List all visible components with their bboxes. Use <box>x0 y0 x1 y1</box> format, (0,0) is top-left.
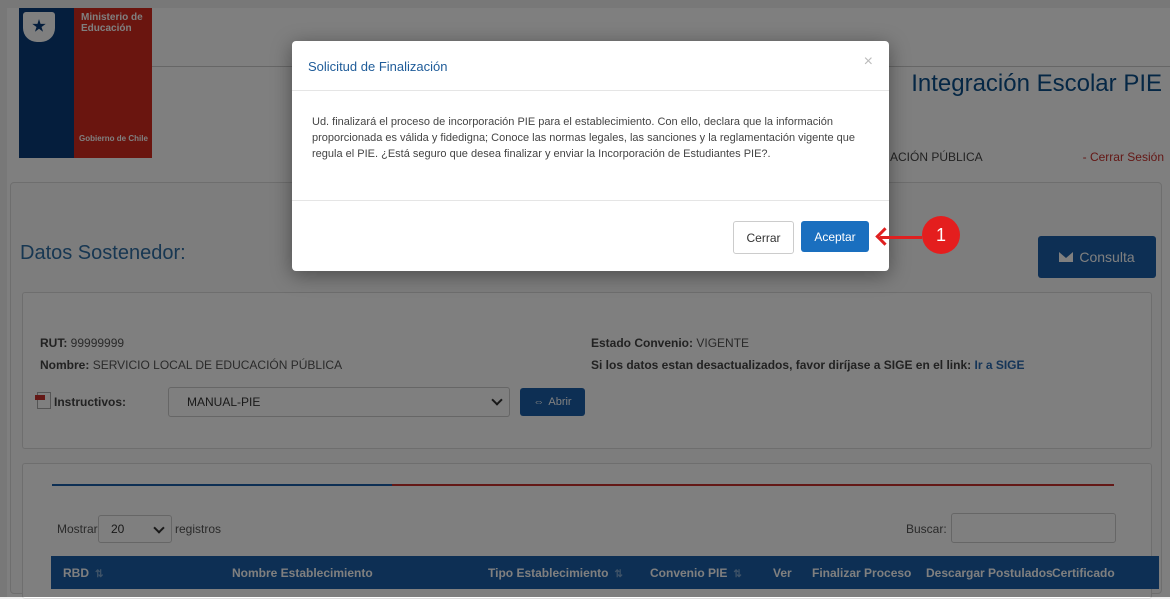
dialog-footer-divider <box>292 200 889 201</box>
cerrar-button[interactable]: Cerrar <box>733 221 794 254</box>
aceptar-button[interactable]: Aceptar <box>801 221 869 252</box>
dialog-title: Solicitud de Finalización <box>308 59 448 74</box>
close-icon[interactable]: × <box>864 53 873 71</box>
confirmation-dialog: Solicitud de Finalización × Ud. finaliza… <box>292 41 889 271</box>
step-badge: 1 <box>922 216 960 254</box>
dialog-message: Ud. finalizará el proceso de incorporaci… <box>312 116 855 160</box>
dialog-header-divider <box>292 90 889 91</box>
